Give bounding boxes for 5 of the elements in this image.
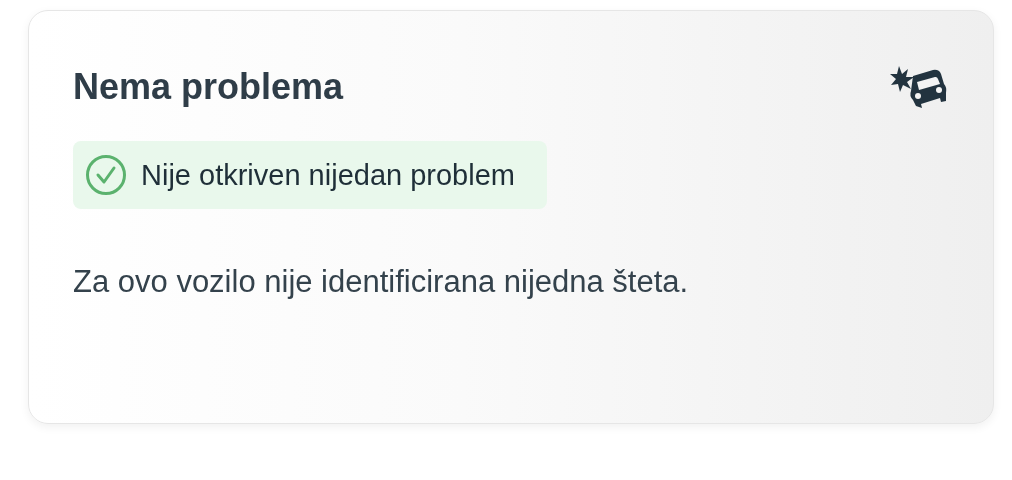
car-crash-icon	[889, 64, 947, 110]
description-text: Za ovo vozilo nije identificirana nijedna šteta.	[73, 263, 690, 301]
status-text: Nije otkriven nijedan problem	[141, 158, 515, 192]
check-circle-icon	[85, 154, 127, 196]
card-title: Nema problema	[73, 66, 344, 108]
